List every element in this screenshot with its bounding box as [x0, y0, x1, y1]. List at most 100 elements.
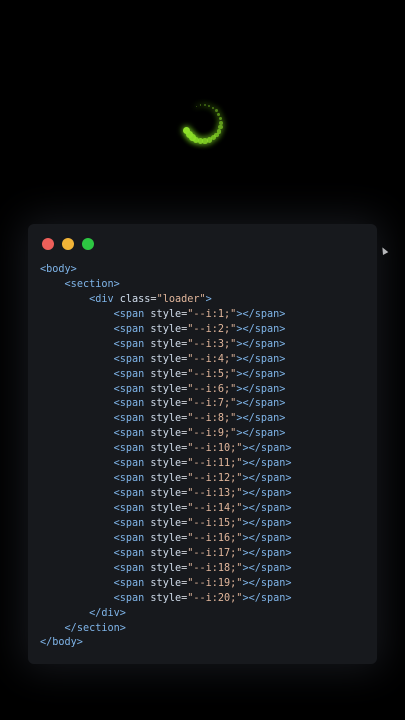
- code-token-str: "--i:5;": [187, 368, 237, 380]
- code-token-str: "--i:15;": [187, 517, 243, 529]
- code-token-tag: ></span>: [236, 353, 286, 365]
- code-line: <span style="--i:5;"></span>: [40, 368, 292, 383]
- code-token-attr: style: [150, 383, 182, 395]
- code-token-tag: <span: [113, 323, 151, 335]
- code-token-attr: style: [150, 308, 182, 320]
- minimize-button[interactable]: [62, 238, 74, 250]
- code-token-tag: ></span>: [242, 592, 292, 604]
- code-token-tag: <span: [113, 308, 151, 320]
- code-line: <span style="--i:13;"></span>: [40, 487, 292, 502]
- code-token-tag: ></span>: [236, 323, 286, 335]
- code-token-tag: </div>: [89, 607, 126, 619]
- code-token-tag: <span: [113, 503, 151, 514]
- code-token-tag: ></span>: [242, 562, 292, 574]
- code-line: <span style="--i:20;"></span>: [40, 592, 292, 607]
- code-token-attr: style: [150, 368, 182, 380]
- code-token-tag: ></span>: [236, 428, 286, 440]
- code-token-attr: style: [150, 323, 182, 335]
- code-token-tag: ></span>: [236, 338, 286, 350]
- code-line: <span style="--i:17;"></span>: [40, 547, 292, 562]
- code-token-str: "--i:18;": [187, 562, 243, 574]
- code-token-tag: <span: [113, 338, 151, 350]
- code-token-str: "--i:1;": [187, 308, 237, 320]
- code-token-str: "--i:19;": [187, 577, 243, 589]
- code-token-attr: style: [150, 503, 182, 514]
- code-token-tag: ></span>: [242, 577, 292, 589]
- code-token-tag: <span: [113, 577, 151, 589]
- code-token-tag: <span: [113, 547, 151, 559]
- code-token-str: "--i:2;": [187, 323, 237, 335]
- code-token-tag: <span: [113, 383, 151, 395]
- code-token-str: "--i:12;": [187, 473, 243, 485]
- code-window: <body> <section> <div class="loader"> <s…: [28, 224, 377, 664]
- code-token-attr: style: [150, 338, 182, 350]
- code-token-tag: ></span>: [242, 532, 292, 544]
- code-token-tag: <span: [113, 562, 151, 574]
- code-token-attr: style: [150, 443, 182, 455]
- code-token-attr: style: [150, 413, 182, 425]
- code-token-str: "--i:4;": [187, 353, 237, 365]
- code-token-str: "--i:10;": [187, 443, 243, 455]
- code-token-str: "--i:3;": [187, 338, 237, 350]
- zoom-button[interactable]: [82, 238, 94, 250]
- code-token-tag: ></span>: [236, 383, 286, 395]
- code-line: </section>: [40, 622, 292, 637]
- spinner-dot: [207, 104, 211, 108]
- code-token-tag: <span: [113, 592, 151, 604]
- spinner-loader: [163, 83, 243, 163]
- code-token-str: "--i:8;": [187, 413, 237, 425]
- code-token-attr: style: [150, 517, 182, 529]
- code-token-attr: style: [150, 592, 182, 604]
- code-line: <div class="loader">: [40, 293, 292, 308]
- video-frame: <body> <section> <div class="loader"> <s…: [0, 0, 405, 720]
- code-token-attr: style: [150, 398, 182, 410]
- code-line: <span style="--i:10;"></span>: [40, 442, 292, 457]
- code-token-tag: <section>: [64, 278, 120, 290]
- code-token-tag: </body>: [40, 637, 83, 649]
- code-line: <span style="--i:3;"></span>: [40, 338, 292, 353]
- spinner-dot: [203, 104, 206, 107]
- code-line: <span style="--i:7;"></span>: [40, 397, 292, 412]
- code-line: <span style="--i:11;"></span>: [40, 457, 292, 472]
- code-token-tag: <span: [113, 443, 151, 455]
- code-token-str: "--i:7;": [187, 398, 237, 410]
- code-token-str: "--i:16;": [187, 532, 243, 544]
- code-token-str: "--i:11;": [187, 458, 243, 470]
- mouse-cursor-icon: [379, 246, 389, 255]
- code-token-tag: ></span>: [242, 458, 292, 470]
- code-line: <span style="--i:16;"></span>: [40, 532, 292, 547]
- code-line: <span style="--i:4;"></span>: [40, 353, 292, 368]
- code-line: <span style="--i:8;"></span>: [40, 412, 292, 427]
- spinner-dot: [199, 104, 202, 107]
- spinner-dot: [217, 112, 221, 117]
- code-line: <span style="--i:15;"></span>: [40, 517, 292, 532]
- code-token-tag: ></span>: [236, 398, 286, 410]
- code-token-tag: ></span>: [242, 473, 292, 485]
- code-line: <span style="--i:9;"></span>: [40, 427, 292, 442]
- code-token-tag: ></span>: [236, 368, 286, 380]
- code-token-attr: style: [150, 428, 182, 440]
- spinner-dot: [218, 116, 223, 121]
- code-token-attr: style: [150, 353, 182, 365]
- spinner-dot: [195, 105, 197, 108]
- code-token-tag: ></span>: [242, 547, 292, 559]
- code-token-attr: style: [150, 458, 182, 470]
- code-line: <span style="--i:2;"></span>: [40, 323, 292, 338]
- code-line: <span style="--i:14;"></span>: [40, 502, 292, 517]
- close-button[interactable]: [42, 238, 54, 250]
